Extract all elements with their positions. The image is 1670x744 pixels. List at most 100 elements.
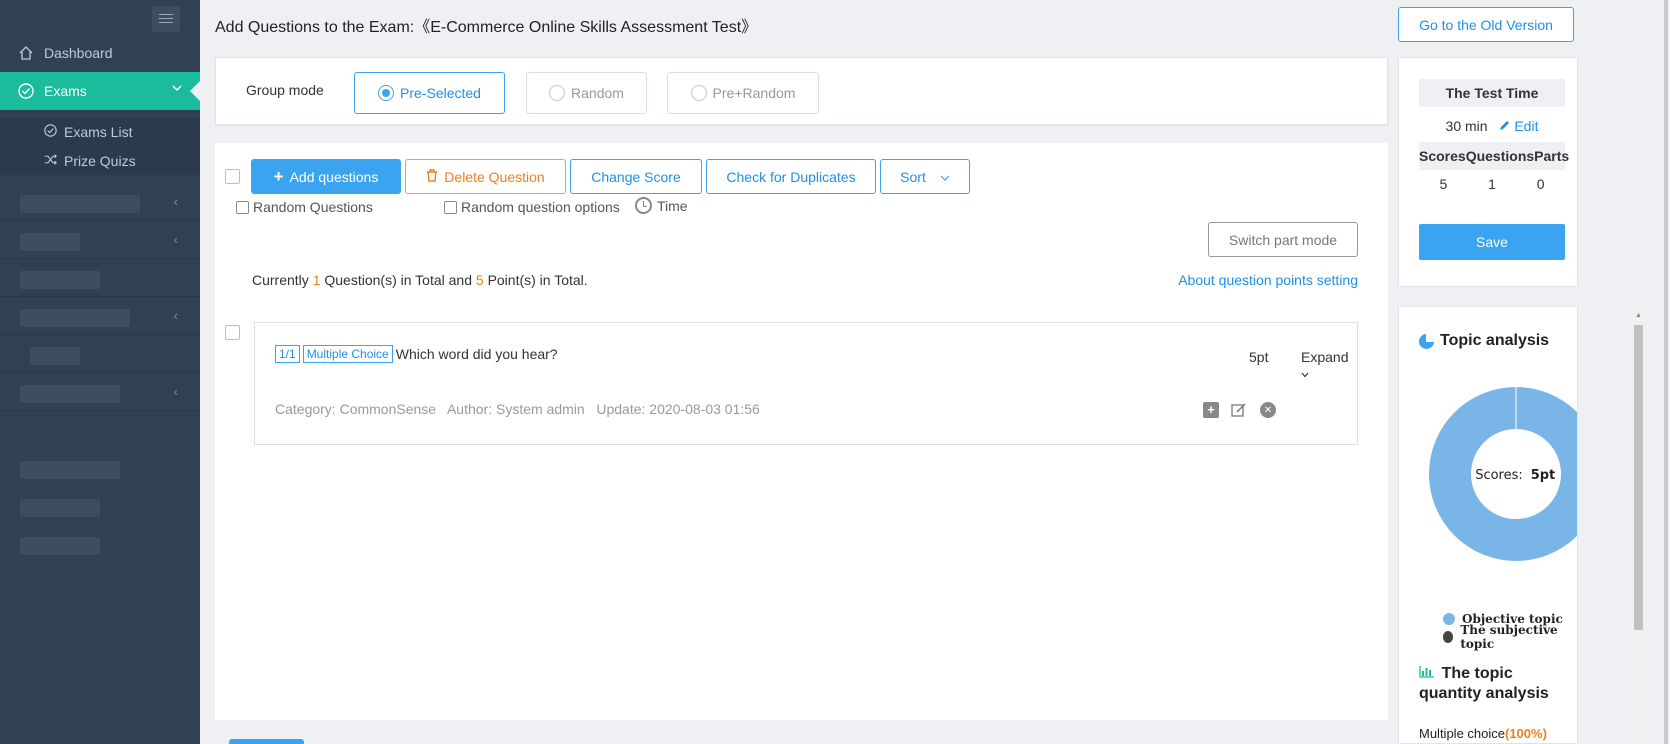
stats-value-scores: 5 xyxy=(1439,176,1448,192)
clock-icon xyxy=(635,197,652,214)
radio-pre-selected[interactable]: Pre-Selected xyxy=(354,72,505,114)
pencil-icon xyxy=(1500,121,1510,130)
topic-quantity-title: The topic quantity analysis xyxy=(1419,664,1577,704)
sidebar-item-hidden[interactable] xyxy=(0,525,200,563)
topic-donut-chart: Scores: 5pt xyxy=(1429,387,1577,561)
sort-dropdown[interactable]: Sort xyxy=(880,159,970,194)
sidebar-subitem-prize-quizs[interactable]: Prize Quizs xyxy=(0,147,200,175)
question-count: 1 xyxy=(312,272,321,288)
legend-dot xyxy=(1443,631,1454,643)
sidebar-item-hidden[interactable] xyxy=(0,259,200,297)
chevron-left-icon: ‹ xyxy=(173,384,178,399)
save-button[interactable]: Save xyxy=(1419,224,1565,260)
topic-quantity-row: Multiple choice(100%) xyxy=(1419,726,1547,741)
bottom-button[interactable] xyxy=(229,739,304,744)
title-text: Topic analysis xyxy=(1440,332,1550,349)
questions-panel: + Add questions Delete Question Change S… xyxy=(215,143,1388,720)
topic-analysis-panel: Topic analysis Scores: 5pt Objective top… xyxy=(1398,306,1578,744)
radio-icon xyxy=(690,85,707,101)
sidebar-item-dashboard[interactable]: Dashboard xyxy=(0,35,200,71)
sidebar-item-hidden[interactable]: ‹ xyxy=(0,297,200,335)
radio-pre-random[interactable]: Pre+Random xyxy=(667,72,819,114)
plus-icon: + xyxy=(273,166,284,186)
expand-label: Expand xyxy=(1301,349,1349,365)
page-scrollbar-thumb[interactable] xyxy=(1664,0,1668,744)
sidebar-item-label: Dashboard xyxy=(44,45,113,61)
active-indicator xyxy=(190,81,200,101)
stats-col-parts: Parts xyxy=(1534,148,1570,164)
donut-center-value: 5pt xyxy=(1531,468,1556,483)
test-time-panel: The Test Time 30 min Edit Scores Questio… xyxy=(1398,57,1578,287)
legend-item-subjective[interactable]: The subjective topic xyxy=(1443,623,1577,651)
analysis-scrollbar-thumb[interactable] xyxy=(1634,325,1643,630)
time-option[interactable]: Time xyxy=(635,197,688,214)
menu-toggle-icon[interactable] xyxy=(152,6,180,32)
old-version-button[interactable]: Go to the Old Version xyxy=(1398,7,1574,42)
button-label: Delete Question xyxy=(444,168,545,185)
add-icon[interactable]: + xyxy=(1203,402,1219,418)
group-mode-panel: Group mode Pre-Selected Random Pre+Rando… xyxy=(215,57,1388,125)
chevron-left-icon: ‹ xyxy=(173,308,178,323)
summary-text: Point(s) in Total. xyxy=(487,272,588,288)
question-card: 1/1 Multiple Choice Which word did you h… xyxy=(254,322,1358,445)
check-duplicates-button[interactable]: Check for Duplicates xyxy=(706,159,876,194)
edit-icon[interactable] xyxy=(1231,402,1247,418)
scroll-up-arrow-icon[interactable]: ▲ xyxy=(1635,312,1642,319)
question-header: 1/1 Multiple Choice Which word did you h… xyxy=(275,345,558,363)
shuffle-icon xyxy=(44,153,58,169)
button-label: Sort xyxy=(900,168,926,185)
add-questions-button[interactable]: + Add questions xyxy=(251,159,401,194)
summary-text: Question(s) in Total and xyxy=(324,272,472,288)
remove-icon[interactable]: ✕ xyxy=(1260,402,1276,418)
test-time-row: 30 min Edit xyxy=(1419,118,1565,134)
switch-part-mode-button[interactable]: Switch part mode xyxy=(1208,222,1358,257)
random-questions-checkbox[interactable] xyxy=(236,200,249,214)
expand-button[interactable]: Expand xyxy=(1301,349,1357,381)
sidebar-item-hidden[interactable] xyxy=(0,449,200,487)
sidebar-item-hidden[interactable]: ‹ xyxy=(0,373,200,411)
sidebar-item-hidden[interactable] xyxy=(0,335,200,373)
select-all-checkbox[interactable] xyxy=(225,169,240,184)
radio-label: Random xyxy=(571,85,624,101)
edit-label: Edit xyxy=(1514,118,1539,134)
chevron-down-icon xyxy=(940,169,950,185)
sidebar-subitem-exams-list[interactable]: Exams List xyxy=(0,118,200,146)
stats-col-scores: Scores xyxy=(1419,148,1466,164)
qty-label: Multiple choice xyxy=(1419,726,1505,741)
chevron-down-icon xyxy=(1301,372,1309,378)
check-circle-icon xyxy=(18,83,34,99)
change-score-button[interactable]: Change Score xyxy=(570,159,702,194)
question-summary: Currently 1 Question(s) in Total and 5 P… xyxy=(252,272,588,288)
sidebar: Dashboard Exams Exams List Prize Quizs ‹… xyxy=(0,0,200,744)
question-checkbox[interactable] xyxy=(225,325,240,340)
radio-random[interactable]: Random xyxy=(526,72,647,114)
radio-icon xyxy=(549,85,566,101)
edit-time-link[interactable]: Edit xyxy=(1499,118,1538,134)
page-title: Add Questions to the Exam:《E-Commerce On… xyxy=(215,19,758,36)
radio-icon xyxy=(378,85,395,101)
button-label: Add questions xyxy=(289,168,379,185)
random-questions-option[interactable]: Random Questions xyxy=(236,199,373,215)
random-options-checkbox[interactable] xyxy=(444,200,457,214)
sidebar-item-hidden[interactable] xyxy=(0,487,200,525)
points-count: 5 xyxy=(475,272,484,288)
stats-value-parts: 0 xyxy=(1536,176,1545,192)
option-label: Time xyxy=(657,197,688,214)
test-time-value: 30 min xyxy=(1445,118,1488,134)
sidebar-item-hidden[interactable]: ‹ xyxy=(0,221,200,259)
question-meta: Category: CommonSense Author: System adm… xyxy=(275,401,760,417)
random-options-option[interactable]: Random question options xyxy=(444,199,620,215)
points-setting-link[interactable]: About question points setting xyxy=(1178,272,1358,288)
sidebar-item-exams[interactable]: Exams xyxy=(0,72,200,110)
summary-text: Currently xyxy=(252,272,309,288)
check-circle-icon xyxy=(44,124,58,140)
delete-question-button[interactable]: Delete Question xyxy=(405,159,566,194)
legend-label: The subjective topic xyxy=(1460,623,1558,651)
sidebar-item-hidden[interactable]: ‹ xyxy=(0,183,200,221)
title-text: The topic quantity analysis xyxy=(1419,665,1549,702)
question-text: Which word did you hear? xyxy=(395,346,558,362)
legend-dot xyxy=(1443,613,1455,625)
option-label: Random question options xyxy=(461,199,620,215)
chevron-left-icon: ‹ xyxy=(173,232,178,247)
chevron-down-icon xyxy=(172,82,182,96)
